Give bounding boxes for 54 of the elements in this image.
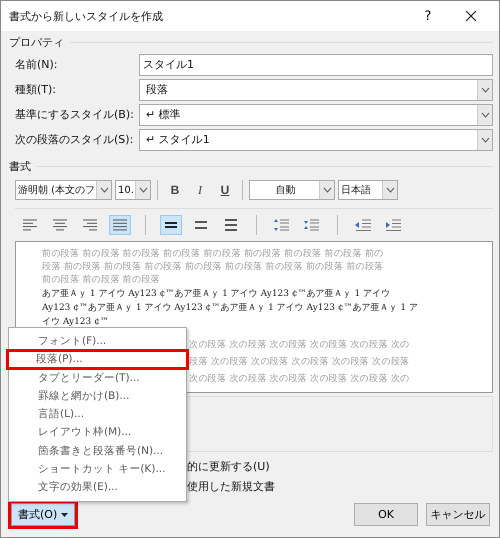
format-menu-button[interactable]: 書式(O) xyxy=(11,503,76,526)
cancel-button[interactable]: キャンセル xyxy=(426,503,490,526)
preview-text: あア亜Ａｙ 1 アイウ Ay123 ¢™あア亜Ａｙ 1 アイウ Ay123 ¢™あア亜Ａｙ 1 アイウ xyxy=(42,288,390,301)
menu-item[interactable]: 文字の効果(E)... xyxy=(9,478,186,497)
close-icon[interactable] xyxy=(465,10,477,22)
justify-icon xyxy=(111,218,129,232)
color-dropdown[interactable]: 自動 xyxy=(249,180,335,200)
name-field[interactable]: スタイル1 xyxy=(139,54,493,76)
preview-text: 前の段落 前の段落 前の段落 xyxy=(42,274,160,287)
menu-item[interactable]: 箇条書きと段落番号(N)... xyxy=(9,442,186,460)
preview-text: Ay123 ¢™あア亜Ａｙ 1 アイウ Ay123 ¢™あア亜Ａｙ 1 アイウ Ay123 ¢™あア亜Ａｙ 1 ア xyxy=(42,302,418,315)
decrease-indent-icon xyxy=(354,218,372,232)
italic-button[interactable]: I xyxy=(189,180,211,200)
menu-item[interactable]: 言語(L)... xyxy=(9,405,186,424)
menu-item[interactable]: レイアウト枠(M)... xyxy=(9,423,186,442)
preview-text: 前の段落 前の段落 前の段落 前の段落 前の段落 前の段落 前の段落 前の段落 前の xyxy=(42,248,384,261)
style-dropdown[interactable]: 段落 xyxy=(139,78,493,100)
preview-text: 段落 前の段落 前の段落 前の段落 前の段落 前の段落 前の段落 前の段落 前の段落 xyxy=(42,261,384,274)
underline-button[interactable]: U xyxy=(214,180,236,200)
menu-item[interactable]: フォント(F)... xyxy=(9,332,186,350)
bold-button[interactable]: B xyxy=(164,180,186,200)
field-label: 次の段落のスタイル(S): xyxy=(15,132,134,147)
caret-icon xyxy=(61,512,68,516)
preview-text: 次の段落 次の段落 次の段落 次の段落 次の段落 次の xyxy=(189,372,410,386)
paragraph-spacing-icon xyxy=(303,218,321,232)
help-button[interactable]: ? xyxy=(413,8,443,24)
menu-item[interactable]: タブとリーダー(T)... xyxy=(9,368,186,387)
window-title: 書式から新しいスタイルを作成 xyxy=(9,8,164,24)
option-label: 使用した新規文書 xyxy=(187,480,276,494)
font-dropdown[interactable]: 游明朝 (本文のフ xyxy=(15,180,112,200)
field-label: 基準にするスタイル(B): xyxy=(15,107,135,122)
menu-item[interactable]: 罫線と網かけ(B)... xyxy=(9,386,186,406)
menu-item[interactable]: 段落(P)... xyxy=(7,350,188,369)
line-spacing-icon xyxy=(222,218,240,232)
language-dropdown[interactable]: 日本語 xyxy=(338,180,398,200)
preview-text: イウ Ay123 ¢™ xyxy=(42,316,109,329)
ok-button[interactable]: OK xyxy=(354,503,418,526)
paragraph-format-button[interactable] xyxy=(160,215,182,235)
align-center-icon xyxy=(51,218,69,232)
align-right-icon xyxy=(81,218,99,232)
style-dropdown[interactable]: ↵ 標準 xyxy=(139,104,493,126)
section-heading: プロパティ xyxy=(9,34,64,50)
paragraph-spacing-icon xyxy=(273,218,291,232)
align-left-icon xyxy=(21,218,39,232)
increase-indent-icon xyxy=(384,218,402,232)
menu-item[interactable]: ショートカット キー(K)... xyxy=(9,460,186,478)
section-heading: 書式 xyxy=(9,158,31,174)
preview-text: 段落 次の段落 次の段落 次の段落 次の段落 次の段落 xyxy=(189,356,410,369)
field-label: 種類(T): xyxy=(15,82,58,97)
option-label: 的に更新する(U) xyxy=(187,460,271,474)
preview-text: 次の段落 次の段落 次の段落 次の段落 次の段落 次の xyxy=(189,338,410,352)
style-dropdown[interactable]: ↵ スタイル1 xyxy=(139,128,493,150)
field-label: 名前(N): xyxy=(15,57,59,72)
size-dropdown[interactable]: 10. xyxy=(115,180,151,200)
